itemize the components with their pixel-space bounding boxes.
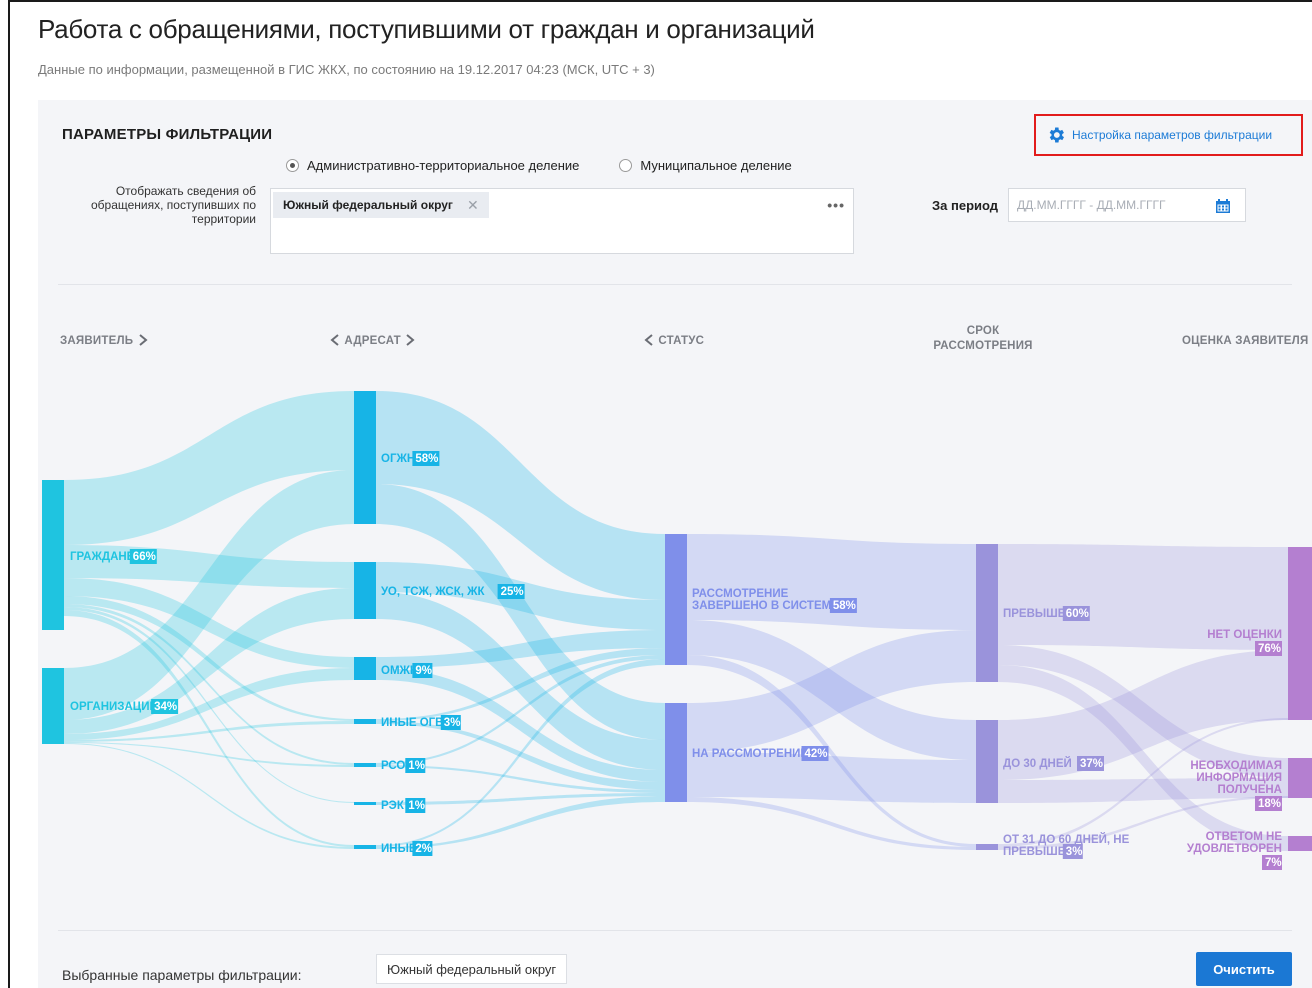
svg-text:ИНЫЕ ОГВ: ИНЫЕ ОГВ <box>381 717 443 729</box>
svg-text:42%: 42% <box>805 748 828 760</box>
sankey-node-ogzh[interactable] <box>354 391 376 524</box>
sankey-node-unsatisfied[interactable] <box>1288 836 1312 851</box>
sankey-node-norating[interactable] <box>1288 547 1312 720</box>
sankey-link-orgs-rso[interactable] <box>64 742 354 767</box>
sankey-label-d30: ДО 30 ДНЕЙ 37% <box>1003 756 1104 771</box>
sankey-label-other: ИНЫЕ2% <box>381 841 433 856</box>
svg-text:НЕОБХОДИМАЯ: НЕОБХОДИМАЯ <box>1190 760 1282 772</box>
svg-text:3%: 3% <box>1066 846 1083 858</box>
svg-text:9%: 9% <box>415 665 432 677</box>
svg-text:ПОЛУЧЕНА: ПОЛУЧЕНА <box>1217 784 1282 796</box>
svg-text:НА РАССМОТРЕНИИ: НА РАССМОТРЕНИИ <box>692 748 809 760</box>
sankey-node-received[interactable] <box>1288 758 1312 798</box>
sankey-link-review-d3160[interactable] <box>687 797 976 850</box>
sankey-node-citizens[interactable] <box>42 480 64 630</box>
sankey-node-review[interactable] <box>665 703 687 802</box>
svg-text:ГРАЖДАНЕ: ГРАЖДАНЕ <box>70 551 135 563</box>
svg-text:1%: 1% <box>408 800 425 812</box>
sankey-node-d30[interactable] <box>976 720 998 803</box>
svg-text:34%: 34% <box>154 701 177 713</box>
sankey-link-done-exceeded[interactable] <box>687 534 976 630</box>
svg-text:18%: 18% <box>1258 798 1281 810</box>
sankey-label-uo: УО, ТСЖ, ЖСК, ЖК 25% <box>381 584 525 599</box>
svg-text:ЗАВЕРШЕНО В СИСТЕМЕ: ЗАВЕРШЕНО В СИСТЕМЕ <box>692 600 839 612</box>
sankey-label-rso: РСО 1% <box>381 758 426 773</box>
sankey-label-ogv: ИНЫЕ ОГВ 3% <box>381 715 461 730</box>
sankey-label-omzhk: ОМЖК9% <box>381 663 433 678</box>
sankey-chart: ГРАЖДАНЕ66%ОРГАНИЗАЦИИ34%ОГЖН 58%УО, ТСЖ,… <box>42 391 1312 870</box>
svg-text:ОТВЕТОМ НЕ: ОТВЕТОМ НЕ <box>1206 831 1283 843</box>
sankey-node-omzhk[interactable] <box>354 657 376 680</box>
svg-text:37%: 37% <box>1080 758 1103 770</box>
svg-text:УДОВЛЕТВОРЕН: УДОВЛЕТВОРЕН <box>1187 843 1282 855</box>
svg-text:ОГЖН: ОГЖН <box>381 453 415 465</box>
sankey-label-d3160: ОТ 31 ДО 60 ДНЕЙ, НЕПРЕВЫШЕН3% <box>1003 833 1130 859</box>
sankey-label-rek: РЭК 1% <box>381 798 426 813</box>
svg-text:60%: 60% <box>1066 608 1089 620</box>
sankey-label-review: НА РАССМОТРЕНИИ42% <box>692 746 829 761</box>
sankey-label-ogzh: ОГЖН 58% <box>381 451 440 466</box>
svg-text:58%: 58% <box>833 600 856 612</box>
sankey-label-unsatisfied: ОТВЕТОМ НЕУДОВЛЕТВОРЕН 7% <box>1187 831 1282 870</box>
svg-text:3%: 3% <box>444 717 461 729</box>
sankey-node-d3160[interactable] <box>976 844 998 850</box>
sankey-node-exceeded[interactable] <box>976 544 998 682</box>
sankey-node-done[interactable] <box>665 534 687 665</box>
svg-text:ОРГАНИЗАЦИИ: ОРГАНИЗАЦИИ <box>70 701 158 713</box>
svg-text:НЕТ ОЦЕНКИ: НЕТ ОЦЕНКИ <box>1207 629 1282 641</box>
sankey-node-rek[interactable] <box>354 802 376 805</box>
sankey-node-orgs[interactable] <box>42 668 64 744</box>
sankey-label-orgs: ОРГАНИЗАЦИИ34% <box>70 699 179 714</box>
svg-text:7%: 7% <box>1265 857 1282 869</box>
svg-text:1%: 1% <box>408 760 425 772</box>
sankey-label-exceeded: ПРЕВЫШЕН60% <box>1003 606 1090 621</box>
svg-text:ИНЫЕ: ИНЫЕ <box>381 843 417 855</box>
svg-text:58%: 58% <box>415 453 438 465</box>
svg-text:УО, ТСЖ, ЖСК, ЖК: УО, ТСЖ, ЖСК, ЖК <box>381 586 486 598</box>
svg-text:ИНФОРМАЦИЯ: ИНФОРМАЦИЯ <box>1196 772 1282 784</box>
svg-text:РСО: РСО <box>381 760 405 772</box>
svg-text:ОМЖК: ОМЖК <box>381 665 418 677</box>
sankey-node-other[interactable] <box>354 845 376 849</box>
sankey-node-ogv[interactable] <box>354 719 376 724</box>
svg-text:25%: 25% <box>501 586 524 598</box>
svg-text:66%: 66% <box>133 551 156 563</box>
sankey-label-citizens: ГРАЖДАНЕ66% <box>70 549 157 564</box>
svg-text:РЭК: РЭК <box>381 800 405 812</box>
svg-text:РАССМОТРЕНИЕ: РАССМОТРЕНИЕ <box>692 588 789 600</box>
svg-text:2%: 2% <box>415 843 432 855</box>
sankey-node-rso[interactable] <box>354 763 376 767</box>
svg-text:76%: 76% <box>1258 643 1281 655</box>
svg-text:ДО 30 ДНЕЙ: ДО 30 ДНЕЙ <box>1003 757 1072 770</box>
sankey-node-uo[interactable] <box>354 562 376 619</box>
